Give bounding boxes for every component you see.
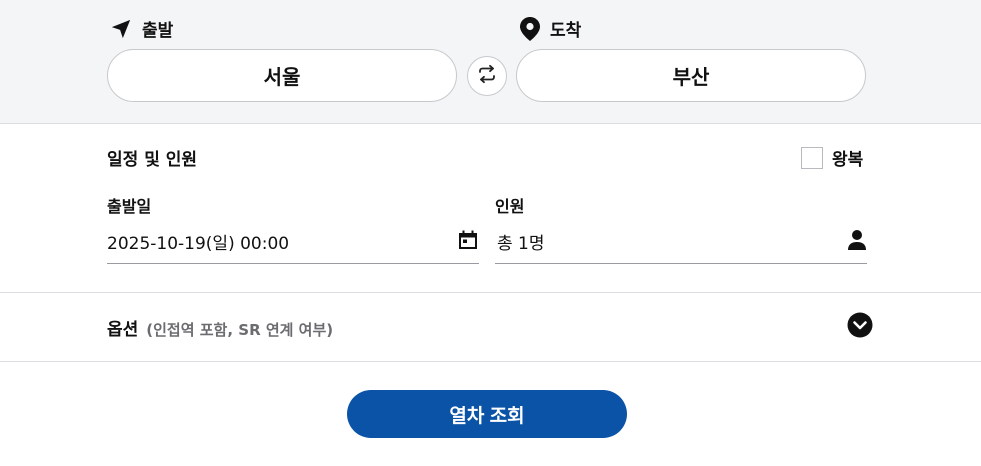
passenger-field[interactable]: 총 1명 [495, 220, 867, 264]
departure-station-name: 서울 [263, 65, 301, 89]
schedule-title: 일정 및 인원 [107, 150, 198, 170]
route-selector: 출발 도착 서울 부산 [0, 0, 981, 124]
map-pin-icon [520, 16, 540, 41]
departure-station-button[interactable]: 서울 [107, 49, 457, 102]
options-subtitle: (인접역 포함, SR 연계 여부) [146, 320, 334, 339]
swap-arrows-icon [477, 64, 497, 88]
arrival-station-name: 부산 [672, 65, 710, 89]
arrival-station-button[interactable]: 부산 [516, 49, 866, 102]
navigation-arrow-icon [110, 18, 132, 40]
roundtrip-label: 왕복 [832, 150, 864, 170]
departure-date-field[interactable]: 2025-10-19(일) 00:00 [107, 220, 479, 264]
arrival-label-text: 도착 [550, 21, 582, 41]
person-icon [847, 229, 867, 255]
passenger-value: 총 1명 [497, 234, 545, 254]
passenger-label: 인원 [495, 197, 525, 216]
roundtrip-checkbox[interactable] [801, 146, 823, 169]
options-title: 옵션 [107, 319, 139, 340]
train-search-button[interactable]: 열차 조회 [347, 390, 627, 438]
departure-date-label: 출발일 [107, 197, 152, 216]
chevron-down-circle-icon[interactable] [847, 312, 873, 342]
swap-stations-button[interactable] [467, 56, 507, 96]
roundtrip-toggle[interactable]: 왕복 [801, 145, 863, 170]
departure-label-text: 출발 [142, 21, 174, 41]
arrival-label: 도착 [520, 16, 581, 41]
departure-date-value: 2025-10-19(일) 00:00 [107, 234, 290, 254]
options-heading: 옵션 (인접역 포함, SR 연계 여부) [107, 315, 333, 340]
calendar-icon [457, 229, 479, 255]
options-divider-bottom [0, 361, 981, 362]
options-toggle[interactable]: 옵션 (인접역 포함, SR 연계 여부) [107, 293, 873, 361]
departure-label: 출발 [110, 16, 173, 41]
